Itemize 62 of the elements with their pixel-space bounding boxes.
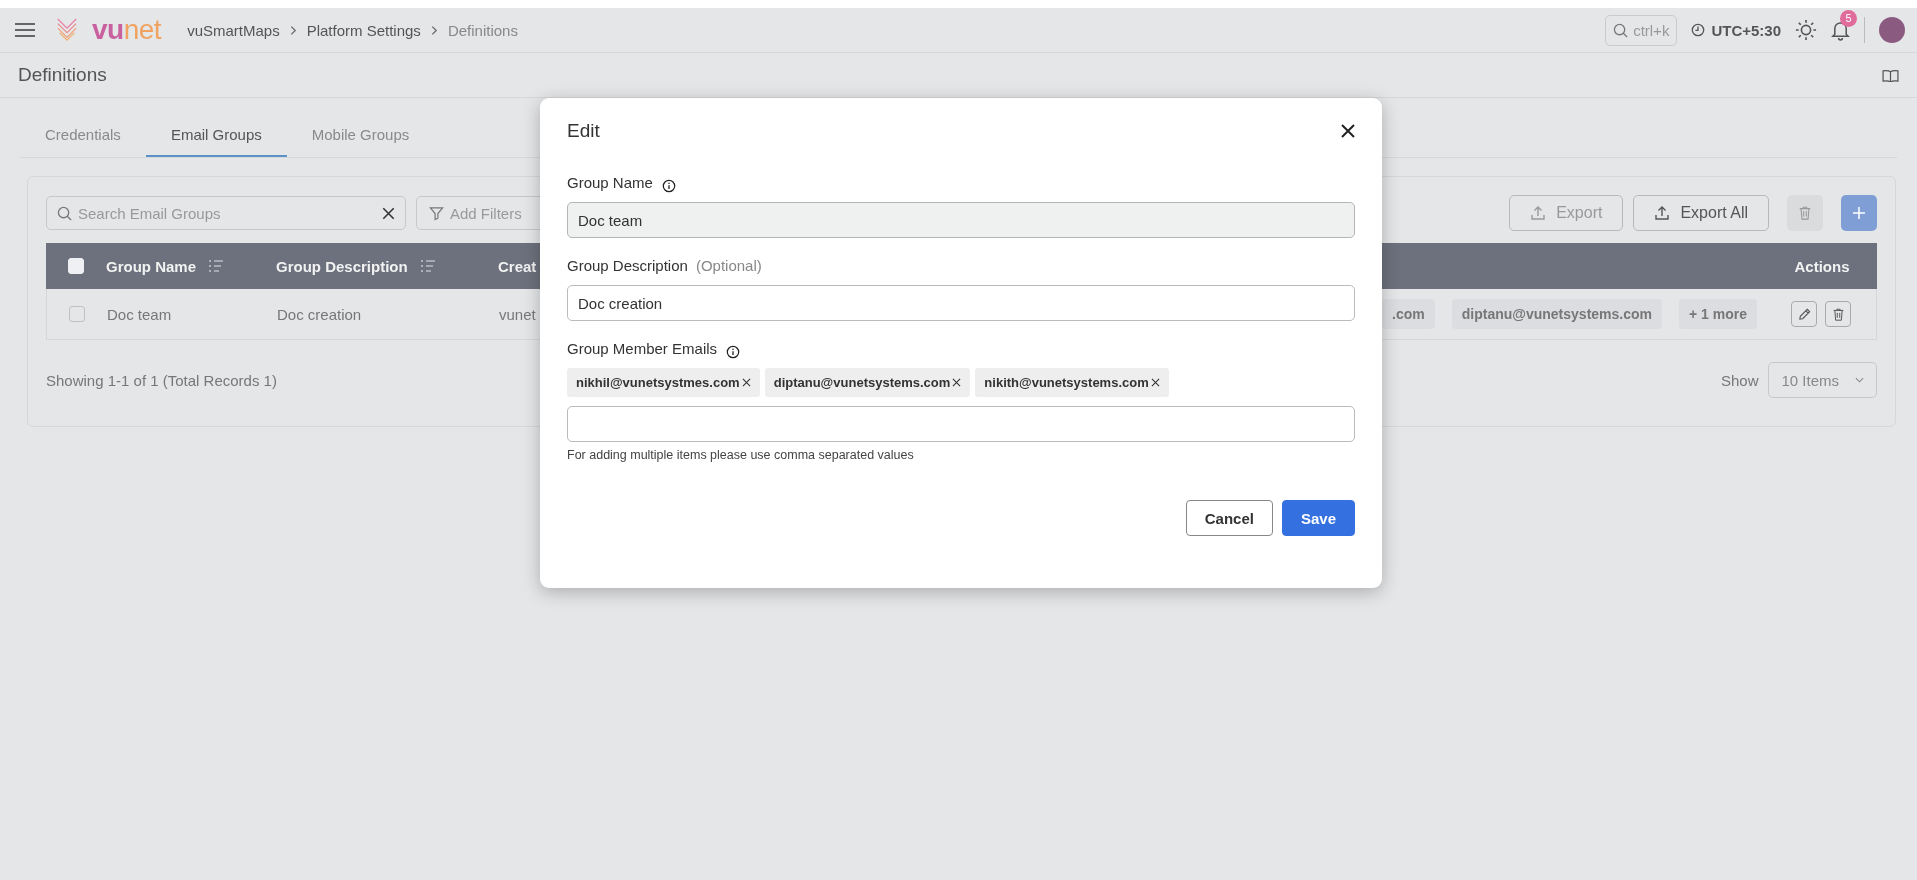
table-cell: vunet xyxy=(499,305,536,323)
sort-icon[interactable] xyxy=(419,259,436,273)
sun-icon[interactable] xyxy=(1795,19,1817,41)
email-tag: nikith@vunetsystems.com xyxy=(975,368,1169,397)
email-tag: .com xyxy=(1382,299,1435,329)
email-input-field[interactable] xyxy=(567,406,1355,442)
column-header: Creat xyxy=(498,257,537,275)
records-summary: Showing 1-1 of 1 (Total Records 1) xyxy=(46,371,277,389)
avatar[interactable] xyxy=(1879,17,1905,43)
delete-button[interactable] xyxy=(1825,301,1851,327)
search-icon xyxy=(1613,22,1629,38)
table-cell: Doc creation xyxy=(277,305,362,323)
email-tag: + 1 more xyxy=(1679,299,1757,329)
checkbox[interactable] xyxy=(69,306,85,322)
chevron-down-icon xyxy=(1855,377,1864,383)
close-icon xyxy=(1341,124,1355,138)
field-label: Group Description (Optional) xyxy=(567,257,762,274)
email-tag: diptanu@vunetsystems.com xyxy=(1451,299,1662,329)
upload-icon xyxy=(1530,205,1547,221)
menu-icon[interactable] xyxy=(14,22,36,38)
page-title: Definitions xyxy=(18,64,107,86)
breadcrumb-link[interactable]: vuSmartMaps xyxy=(187,21,280,39)
cancel-button[interactable]: Cancel xyxy=(1185,500,1273,536)
helper-text: For adding multiple items please use comma separated values xyxy=(567,448,915,462)
book-icon[interactable] xyxy=(1882,68,1899,82)
search-icon xyxy=(57,205,72,221)
column-header: Group Name xyxy=(106,257,196,275)
column-header: Group Description xyxy=(276,257,408,275)
plus-icon xyxy=(1852,206,1866,220)
notification-badge: 5 xyxy=(1840,9,1857,27)
remove-icon[interactable] xyxy=(1150,378,1160,387)
pencil-icon xyxy=(1797,307,1811,321)
email-tag: diptanu@vunetsystems.com xyxy=(764,368,971,397)
column-header: Actions xyxy=(1794,257,1850,275)
trash-icon xyxy=(1831,307,1845,321)
clear-icon[interactable] xyxy=(382,206,395,220)
info-icon xyxy=(726,344,741,359)
info-icon xyxy=(661,178,676,193)
export-button[interactable]: Export All xyxy=(1633,195,1769,231)
save-button[interactable]: Save xyxy=(1281,500,1355,536)
text-field[interactable]: Doc creation xyxy=(567,285,1355,321)
filter-icon xyxy=(429,205,444,221)
timezone-indicator[interactable]: UTC+5:30 xyxy=(1691,21,1781,39)
trash-icon xyxy=(1798,206,1812,220)
remove-icon[interactable] xyxy=(952,378,962,387)
clock-icon xyxy=(1691,23,1706,37)
email-tag: nikhil@vunetsystmes.com xyxy=(567,368,760,397)
chevron-right-icon xyxy=(430,24,438,36)
upload-icon xyxy=(1654,205,1671,221)
dialog-title: Edit xyxy=(567,120,600,142)
tab[interactable]: Email Groups xyxy=(145,116,287,157)
show-label: Show xyxy=(1720,371,1759,389)
logo-wordmark: vunet xyxy=(92,14,162,46)
field-label: Group Member Emails xyxy=(567,340,718,357)
table-cell: Doc team xyxy=(107,305,172,323)
field-label: Group Name xyxy=(567,174,653,191)
chevron-right-icon xyxy=(289,24,297,36)
edit-button[interactable] xyxy=(1791,301,1817,327)
breadcrumb-link[interactable]: Platform Settings xyxy=(306,21,421,39)
close-button[interactable] xyxy=(1341,124,1355,138)
sort-icon[interactable] xyxy=(208,259,224,273)
remove-icon[interactable] xyxy=(741,378,751,387)
